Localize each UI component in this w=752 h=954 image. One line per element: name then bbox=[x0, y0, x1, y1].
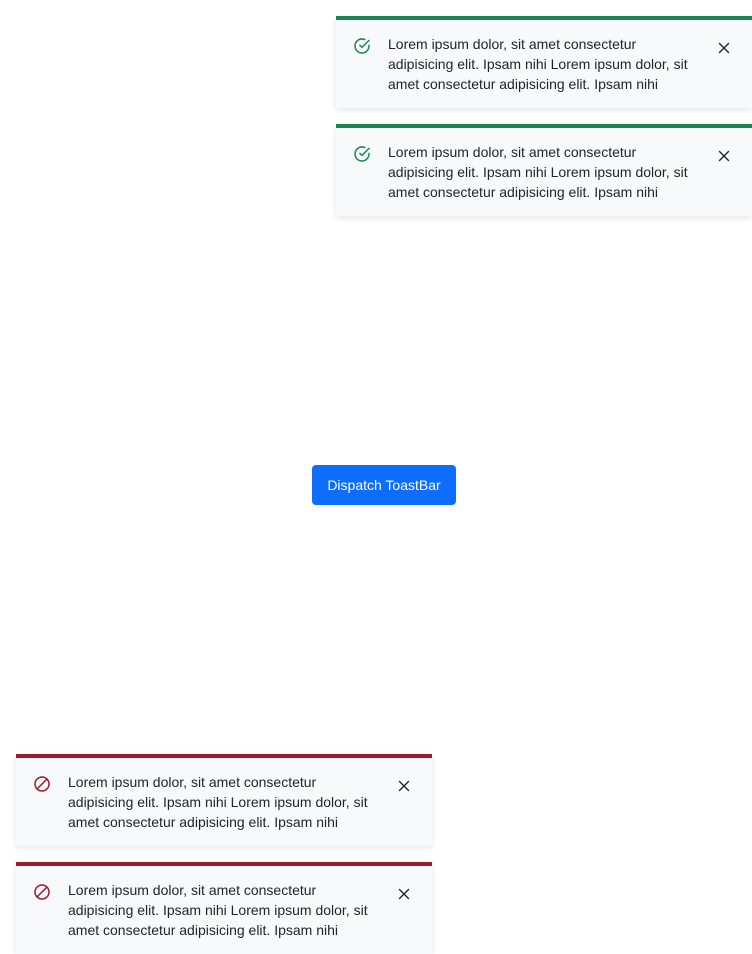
close-icon[interactable] bbox=[716, 148, 732, 164]
toast-message: Lorem ipsum dolor, sit amet consectetur … bbox=[68, 882, 368, 938]
check-circle-icon bbox=[353, 145, 371, 163]
close-icon[interactable] bbox=[396, 886, 412, 902]
toast-message: Lorem ipsum dolor, sit amet consectetur … bbox=[388, 144, 688, 200]
toast-danger: Lorem ipsum dolor, sit amet consectetur … bbox=[16, 754, 432, 846]
page: Lorem ipsum dolor, sit amet consectetur … bbox=[0, 0, 752, 954]
toast-success: Lorem ipsum dolor, sit amet consectetur … bbox=[336, 124, 752, 216]
close-icon[interactable] bbox=[716, 40, 732, 56]
toast-danger: Lorem ipsum dolor, sit amet consectetur … bbox=[16, 862, 432, 954]
toast-message: Lorem ipsum dolor, sit amet consectetur … bbox=[388, 36, 688, 92]
ban-icon bbox=[33, 775, 51, 793]
close-icon[interactable] bbox=[396, 778, 412, 794]
ban-icon bbox=[33, 883, 51, 901]
toast-success: Lorem ipsum dolor, sit amet consectetur … bbox=[336, 16, 752, 108]
check-circle-icon bbox=[353, 37, 371, 55]
toast-message: Lorem ipsum dolor, sit amet consectetur … bbox=[68, 774, 368, 830]
dispatch-toastbar-button[interactable]: Dispatch ToastBar bbox=[312, 465, 456, 505]
